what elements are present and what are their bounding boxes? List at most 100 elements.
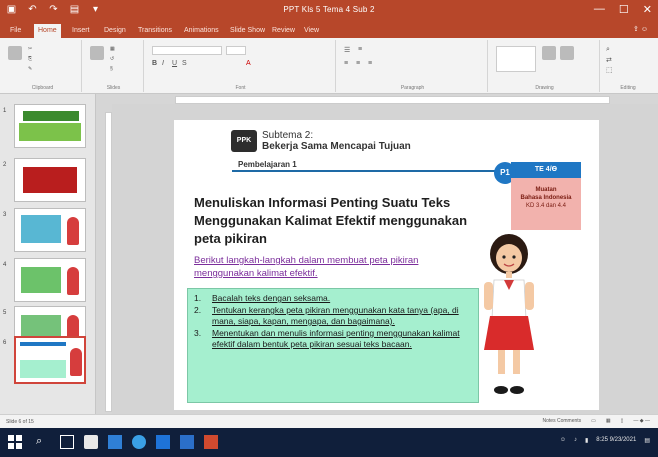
find-icon[interactable]: ⌕	[606, 46, 610, 54]
font-color-icon[interactable]: A	[246, 60, 251, 67]
new-slide-icon[interactable]	[90, 46, 104, 60]
bold-icon[interactable]: B	[152, 60, 157, 67]
slide-thumbnail-3[interactable]	[14, 208, 86, 252]
tab-transitions[interactable]: Transitions	[134, 24, 176, 38]
strikethrough-icon[interactable]: S	[182, 60, 187, 67]
slide-intro: Berikut langkah-langkah dalam membuat pe…	[194, 255, 419, 279]
word-icon[interactable]	[156, 435, 170, 449]
arrange-icon[interactable]	[542, 46, 556, 60]
ribbon-tabs: File Home Insert Design Transitions Anim…	[0, 22, 658, 38]
network-icon[interactable]: ▮	[585, 437, 588, 444]
notification-icon[interactable]: ▤	[644, 437, 650, 444]
section-icon[interactable]: §	[110, 66, 113, 72]
reset-icon[interactable]: ↺	[110, 56, 114, 62]
subtema-line1: Subtema 2:	[262, 130, 314, 141]
normal-view-icon[interactable]: ▭	[591, 418, 596, 424]
slide-heading: Menuliskan Informasi Penting Suatu Teks …	[194, 195, 468, 246]
maximize-button[interactable]: ☐	[619, 3, 629, 16]
step-item: 2. Tentukan kerangka peta pikiran menggu…	[194, 305, 472, 327]
volume-icon[interactable]: ♪	[574, 437, 577, 444]
subtema-label: Subtema 2: Bekerja Sama Mencapai Tujuan	[262, 130, 411, 152]
tab-review[interactable]: Review	[268, 24, 299, 38]
editing-group-label: Editing	[620, 85, 636, 91]
copy-icon[interactable]: ⎘	[28, 56, 32, 62]
font-group: B I U S A Font	[146, 40, 336, 92]
clock-date: 9/23/2021	[609, 437, 637, 443]
thumb-image	[20, 342, 66, 346]
slide-counter: Slide 6 of 15	[6, 419, 34, 425]
ribbon: ✂ ⎘ ✎ Clipboard ▦ ↺ § Slides B I U S A F…	[0, 38, 658, 94]
tab-insert[interactable]: Insert	[68, 24, 94, 38]
pembelajaran-label: Pembelajaran 1	[238, 160, 297, 169]
slide-thumbnail-2[interactable]	[14, 158, 86, 202]
bullets-icon[interactable]: ☰	[344, 46, 350, 54]
student-girl-illustration	[484, 234, 534, 394]
quick-styles-icon[interactable]	[560, 46, 574, 60]
tab-animations[interactable]: Animations	[180, 24, 223, 38]
font-group-label: Font	[235, 85, 246, 91]
store-icon[interactable]	[84, 435, 98, 449]
app-icon[interactable]	[180, 435, 194, 449]
muatan-kd: KD 3.4 dan 4.4	[525, 203, 567, 209]
cut-icon[interactable]: ✂	[28, 46, 32, 52]
status-right: Notes Comments ▭ ▦ ▯ — ◆ —	[543, 418, 650, 424]
slide-thumbnail-1[interactable]	[14, 104, 86, 148]
explorer-icon[interactable]	[108, 435, 122, 449]
paragraph-group: ☰ ≡ ≡ ≡ ≡ Paragraph	[338, 40, 488, 92]
clipboard-group: ✂ ⎘ ✎ Clipboard	[4, 40, 82, 92]
layout-icon[interactable]: ▦	[110, 46, 115, 52]
tab-home[interactable]: Home	[34, 24, 61, 38]
slide-sorter-icon[interactable]: ▦	[606, 418, 611, 424]
tab-view[interactable]: View	[300, 24, 323, 38]
tab-slide-show[interactable]: Slide Show	[226, 24, 269, 38]
share-button[interactable]: ⇪ ☺	[633, 25, 648, 33]
thumb-number: 2	[3, 162, 7, 168]
align-center-icon[interactable]: ≡	[356, 60, 360, 67]
thumb-number: 6	[3, 340, 7, 346]
reading-view-icon[interactable]: ▯	[621, 418, 624, 424]
notes-comments-buttons[interactable]: Notes Comments	[543, 418, 582, 424]
horizontal-ruler	[175, 96, 610, 104]
tab-file[interactable]: File	[6, 24, 25, 38]
slide-thumbnail-6[interactable]	[14, 336, 86, 384]
thumb-image	[70, 348, 82, 376]
zoom-slider[interactable]: — ◆ —	[633, 418, 650, 424]
thumb-number: 3	[3, 212, 7, 218]
thumb-image	[20, 360, 66, 378]
start-icon[interactable]	[8, 435, 22, 449]
thumb-number: 1	[3, 108, 7, 114]
step-number: 3.	[194, 328, 202, 338]
current-slide[interactable]: PPK Subtema 2: Bekerja Sama Mencapai Tuj…	[174, 120, 599, 410]
close-button[interactable]: ✕	[643, 3, 652, 16]
drawing-group-label: Drawing	[535, 85, 554, 91]
slides-group-label: Slides	[106, 85, 121, 91]
minimize-button[interactable]: —	[594, 3, 605, 16]
slide-thumbnail-pane[interactable]: 1 2 3 4 5 6	[0, 94, 96, 414]
font-size-dropdown[interactable]	[226, 46, 246, 55]
underline-icon[interactable]: U	[172, 60, 177, 67]
people-icon[interactable]: ☺	[560, 437, 566, 444]
clock[interactable]: 8:25 9/23/2021	[596, 437, 636, 444]
search-icon[interactable]: ⌕	[36, 435, 50, 449]
clipboard-group-label: Clipboard	[31, 85, 54, 91]
shapes-gallery[interactable]	[496, 46, 536, 72]
powerpoint-icon[interactable]	[204, 435, 218, 449]
paste-icon[interactable]	[8, 46, 22, 60]
muatan-box: Muatan Bahasa Indonesia KD 3.4 dan 4.4	[511, 178, 581, 230]
task-view-icon[interactable]	[60, 435, 74, 449]
tab-design[interactable]: Design	[100, 24, 130, 38]
select-icon[interactable]: ⬚	[606, 66, 613, 74]
slide-thumbnail-4[interactable]	[14, 258, 86, 302]
replace-icon[interactable]: ⇄	[606, 56, 612, 64]
align-left-icon[interactable]: ≡	[344, 60, 348, 67]
step-text: Bacalah teks dengan seksama.	[212, 293, 331, 303]
edge-icon[interactable]	[132, 435, 146, 449]
slides-group: ▦ ↺ § Slides	[84, 40, 144, 92]
numbering-icon[interactable]: ≡	[358, 46, 362, 53]
window-title: PPT Kls 5 Tema 4 Sub 2	[283, 5, 375, 14]
font-name-dropdown[interactable]	[152, 46, 222, 55]
align-right-icon[interactable]: ≡	[368, 60, 372, 67]
format-painter-icon[interactable]: ✎	[28, 66, 32, 72]
italic-icon[interactable]: I	[162, 60, 164, 67]
thumb-image	[21, 215, 61, 243]
